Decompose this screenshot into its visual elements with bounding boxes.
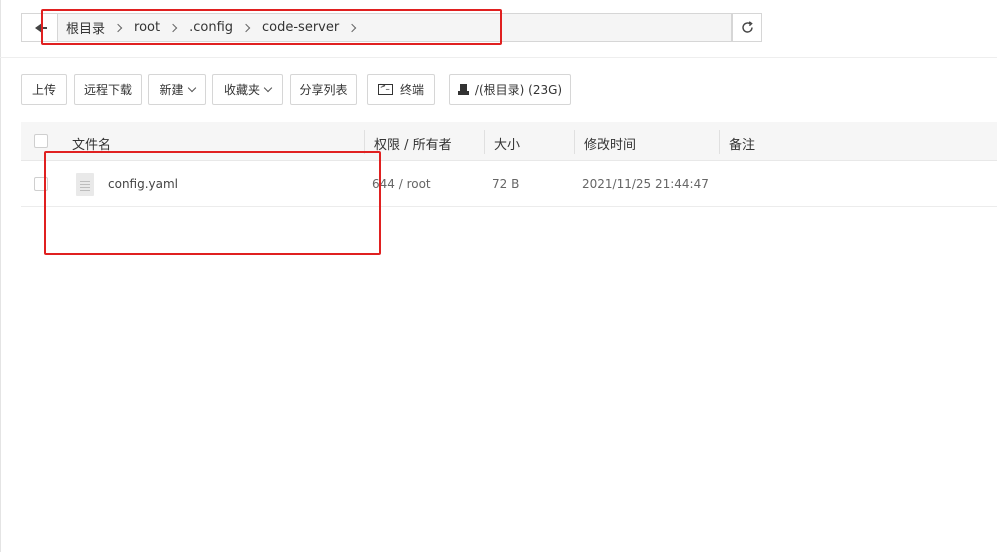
upload-button[interactable]: 上传 <box>21 74 67 105</box>
remote-download-button[interactable]: 远程下载 <box>74 74 142 105</box>
annotation-box-file <box>44 151 381 255</box>
share-list-button[interactable]: 分享列表 <box>290 74 357 105</box>
select-all-checkbox[interactable] <box>34 134 48 148</box>
chevron-down-icon <box>187 83 196 92</box>
annotation-box-path <box>41 9 502 45</box>
header-note[interactable]: 备注 <box>729 134 755 153</box>
disk-button[interactable]: /(根目录) (23G) <box>449 74 571 105</box>
header-size[interactable]: 大小 <box>494 134 520 153</box>
chevron-down-icon <box>263 83 273 92</box>
refresh-icon <box>742 21 753 33</box>
terminal-icon <box>377 82 393 95</box>
refresh-button[interactable] <box>732 13 762 42</box>
header-permission[interactable]: 权限 / 所有者 <box>374 134 452 153</box>
terminal-button[interactable]: 终端 <box>367 74 435 105</box>
file-size: 72 B <box>492 177 520 191</box>
file-modified: 2021/11/25 21:44:47 <box>582 177 709 191</box>
new-dropdown-button[interactable]: 新建 <box>148 74 206 105</box>
divider <box>0 57 997 58</box>
left-border <box>0 0 1 552</box>
favorites-dropdown-button[interactable]: 收藏夹 <box>212 74 283 105</box>
header-modified[interactable]: 修改时间 <box>584 134 636 153</box>
disk-icon <box>457 84 469 95</box>
